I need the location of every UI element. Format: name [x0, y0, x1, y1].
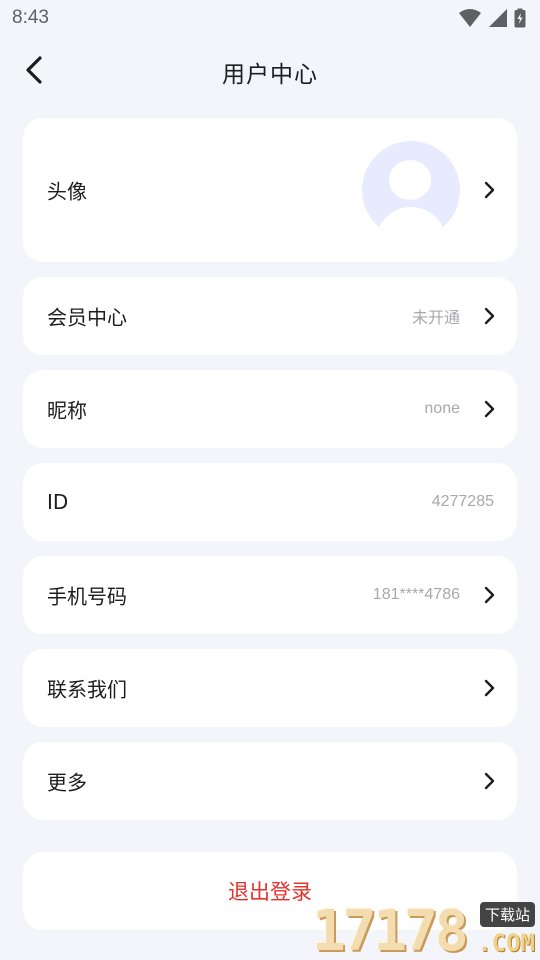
user-center-screen: 8:43 用户中心 头像 会员中心 未开通 昵称 none ID 4277285… — [0, 0, 540, 960]
membership-label: 会员中心 — [47, 305, 127, 330]
id-value: 4277285 — [431, 493, 494, 510]
avatar-row-label: 头像 — [47, 179, 87, 204]
avatar[interactable] — [362, 141, 460, 239]
avatar-body-shape — [376, 207, 446, 239]
chevron-right-icon — [484, 679, 495, 697]
chevron-right-icon — [484, 400, 495, 418]
more-label: 更多 — [47, 770, 87, 795]
contact-us-label: 联系我们 — [47, 677, 127, 702]
nickname-row[interactable]: 昵称 none — [23, 370, 517, 448]
watermark-number: 17178 — [312, 899, 469, 960]
chevron-right-icon — [484, 772, 495, 790]
chevron-right-icon — [484, 181, 495, 199]
watermark-suffix: .COM — [477, 929, 535, 957]
site-watermark: 17178 下载站 .COM — [312, 898, 538, 960]
id-label: ID — [47, 490, 69, 514]
nickname-value: none — [424, 400, 460, 417]
avatar-row[interactable]: 头像 — [23, 118, 517, 262]
battery-charging-icon — [514, 8, 526, 28]
contact-us-row[interactable]: 联系我们 — [23, 649, 517, 727]
membership-row[interactable]: 会员中心 未开通 — [23, 277, 517, 355]
chevron-right-icon — [484, 586, 495, 604]
watermark-badge: 下载站 — [479, 902, 535, 927]
membership-status: 未开通 — [411, 310, 460, 327]
nickname-label: 昵称 — [47, 398, 87, 423]
header: 用户中心 — [0, 36, 540, 106]
id-row: ID 4277285 — [23, 463, 517, 541]
phone-label: 手机号码 — [47, 584, 127, 609]
avatar-head-shape — [389, 160, 431, 200]
phone-value: 181****4786 — [372, 586, 460, 603]
more-row[interactable]: 更多 — [23, 742, 517, 820]
status-bar: 8:43 — [0, 0, 540, 36]
chevron-right-icon — [484, 307, 495, 325]
wifi-icon — [459, 9, 481, 27]
cellular-signal-icon — [489, 9, 507, 27]
page-title: 用户中心 — [222, 62, 318, 88]
status-icons — [458, 8, 526, 28]
phone-row[interactable]: 手机号码 181****4786 — [23, 556, 517, 634]
status-time: 8:43 — [12, 7, 49, 28]
